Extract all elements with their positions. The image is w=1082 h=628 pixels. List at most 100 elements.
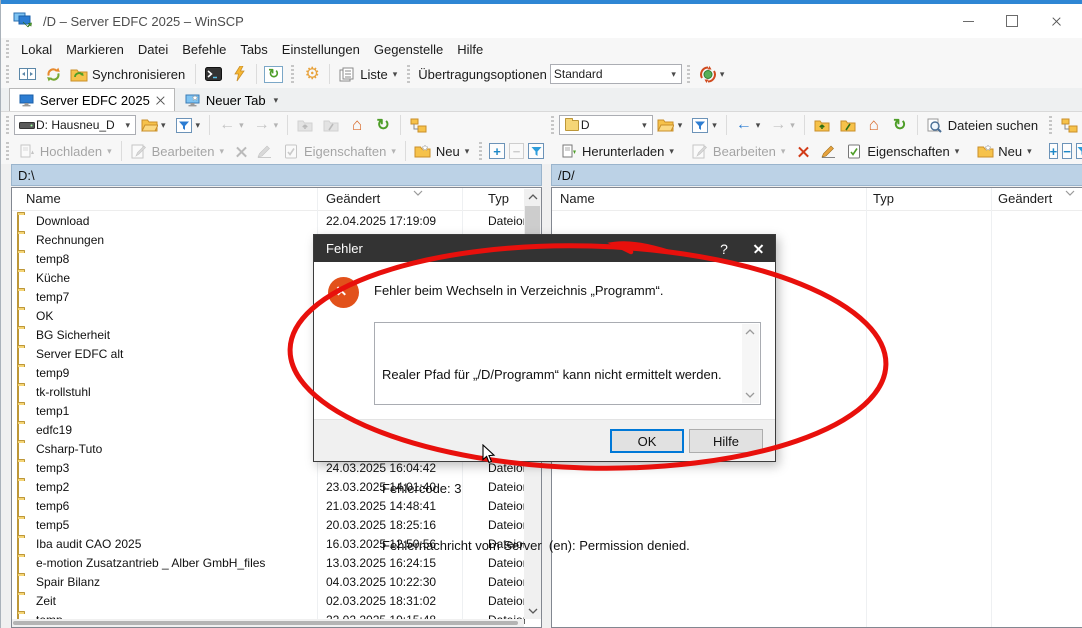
download-button[interactable]: Herunterladen ▾ — [556, 139, 679, 163]
minimize-button[interactable] — [946, 6, 990, 36]
right-back-button[interactable]: ←▾ — [731, 113, 766, 137]
file-name: Spair Bilanz — [36, 575, 100, 589]
left-horizontal-scrollbar[interactable] — [12, 619, 524, 627]
dialog-close-button[interactable] — [741, 235, 775, 262]
transfer-settings-button[interactable]: ▾ — [695, 62, 730, 86]
right-root-directory-button[interactable] — [835, 113, 861, 137]
menu-befehle[interactable]: Befehle — [175, 42, 233, 57]
scroll-up-button[interactable] — [742, 324, 757, 340]
winscp-app-icon — [13, 12, 33, 30]
left-delete-button[interactable] — [229, 139, 252, 163]
preferences-button[interactable]: ⚙ — [299, 62, 325, 86]
left-back-button[interactable]: ←▾ — [214, 113, 249, 137]
maximize-button[interactable] — [990, 6, 1034, 36]
new-session-button[interactable] — [226, 62, 252, 86]
menu-datei[interactable]: Datei — [131, 42, 175, 57]
left-home-button[interactable]: ⌂ — [344, 113, 370, 137]
home-icon: ⌂ — [864, 115, 884, 135]
menu-gegenstelle[interactable]: Gegenstelle — [367, 42, 450, 57]
tab-server-edfc-2025[interactable]: Server EDFC 2025 — [9, 88, 175, 111]
right-selection-filter-button[interactable] — [1076, 143, 1082, 159]
right-filter-button[interactable]: ▾ — [687, 113, 722, 137]
right-directory-combobox[interactable]: D ▾ — [559, 115, 653, 135]
find-files-button[interactable]: Dateien suchen — [922, 113, 1044, 137]
tab-new[interactable]: Neuer Tab ▾ — [175, 89, 290, 111]
toolbar-grip[interactable] — [6, 116, 9, 134]
left-parent-directory-button[interactable] — [292, 113, 318, 137]
menu-hilfe[interactable]: Hilfe — [450, 42, 490, 57]
right-delete-button[interactable] — [790, 139, 815, 163]
left-rename-button[interactable] — [252, 139, 278, 163]
left-open-directory-button[interactable]: ▾ — [136, 113, 171, 137]
right-open-directory-button[interactable]: ▾ — [653, 113, 688, 137]
toolbar-grip[interactable] — [1049, 116, 1052, 134]
left-edit-button[interactable]: Bearbeiten ▾ — [126, 139, 229, 163]
left-path-bar[interactable]: D:\ — [11, 164, 542, 186]
left-filter-button[interactable]: ▾ — [171, 113, 206, 137]
refresh-icon: ↻ — [373, 115, 393, 135]
close-button[interactable] — [1034, 6, 1078, 36]
right-home-button[interactable]: ⌂ — [861, 113, 887, 137]
left-forward-button[interactable]: →▾ — [249, 113, 284, 137]
panel-view-button[interactable]: Liste ▾ — [334, 62, 402, 86]
synchronize-button[interactable]: Synchronisieren — [66, 62, 191, 86]
hilfe-button[interactable]: Hilfe — [689, 429, 763, 453]
toolbar-grip[interactable] — [291, 65, 294, 83]
left-properties-button[interactable]: Eigenschaften ▾ — [278, 139, 401, 163]
list-item[interactable]: Download22.04.2025 17:19:09Dateior — [12, 211, 524, 230]
error-details-box[interactable]: Realer Pfad für „/D/Programm“ kann nicht… — [374, 322, 761, 405]
ok-button[interactable]: OK — [610, 429, 684, 453]
right-edit-button[interactable]: Bearbeiten ▾ — [687, 139, 790, 163]
properties-icon — [844, 141, 864, 161]
scroll-up-button[interactable] — [524, 189, 541, 205]
menu-tabs[interactable]: Tabs — [233, 42, 274, 57]
details-scrollbar[interactable] — [742, 324, 759, 403]
toolbar-grip[interactable] — [407, 65, 410, 83]
toolbar-grip[interactable] — [687, 65, 690, 83]
chevron-down-icon: ▾ — [391, 146, 396, 157]
right-select-add-button[interactable]: + — [1049, 143, 1059, 159]
dialog-help-button[interactable]: ? — [707, 235, 741, 262]
right-forward-button[interactable]: →▾ — [765, 113, 800, 137]
tab-close-icon[interactable] — [156, 96, 165, 105]
menu-grip[interactable] — [6, 40, 9, 58]
toolbar-grip[interactable] — [6, 65, 9, 83]
right-directory-tree-button[interactable] — [1057, 113, 1082, 137]
transfer-preset-combobox[interactable]: Standard ▾ — [550, 64, 682, 84]
menu-einstellungen[interactable]: Einstellungen — [275, 42, 367, 57]
toolbar-grip[interactable] — [551, 116, 554, 134]
upload-button[interactable]: Hochladen ▾ — [14, 139, 117, 163]
folder-root-icon — [838, 115, 858, 135]
menu-lokal[interactable]: Lokal — [14, 42, 59, 57]
left-new-button[interactable]: Neu ▾ — [410, 139, 474, 163]
right-path-bar[interactable]: /D/ — [551, 164, 1082, 186]
right-properties-button[interactable]: Eigenschaften ▾ — [841, 139, 964, 163]
download-icon — [559, 141, 579, 161]
menu-markieren[interactable]: Markieren — [59, 42, 131, 57]
left-drive-combobox[interactable]: D: Hausneu_D ▾ — [14, 115, 136, 135]
chevron-down-icon: ▾ — [671, 69, 676, 80]
sync-browse-button[interactable] — [40, 62, 66, 86]
left-select-add-button[interactable]: + — [489, 143, 505, 159]
left-root-directory-button[interactable] — [318, 113, 344, 137]
left-select-remove-button[interactable]: − — [509, 143, 525, 159]
toolbar-separator — [195, 64, 196, 84]
right-new-button[interactable]: Neu ▾ — [972, 139, 1036, 163]
chevron-down-icon: ▾ — [239, 120, 244, 131]
right-refresh-button[interactable]: ↻ — [887, 113, 913, 137]
window-top-accent — [1, 0, 1082, 4]
scrollbar-thumb[interactable] — [13, 621, 518, 625]
left-selection-filter-button[interactable] — [528, 143, 544, 159]
open-terminal-button[interactable] — [200, 62, 226, 86]
window-title: /D – Server EDFC 2025 – WinSCP — [43, 14, 244, 29]
right-select-remove-button[interactable]: − — [1062, 143, 1072, 159]
refresh-panels-button[interactable]: ↻ — [261, 62, 286, 86]
left-refresh-button[interactable]: ↻ — [370, 113, 396, 137]
toolbar-grip[interactable] — [479, 142, 482, 160]
right-rename-button[interactable] — [815, 139, 841, 163]
scroll-down-button[interactable] — [742, 387, 757, 403]
toolbar-grip[interactable] — [6, 142, 9, 160]
right-parent-directory-button[interactable] — [809, 113, 835, 137]
equal-panels-button[interactable] — [14, 62, 40, 86]
left-directory-tree-button[interactable] — [405, 113, 431, 137]
